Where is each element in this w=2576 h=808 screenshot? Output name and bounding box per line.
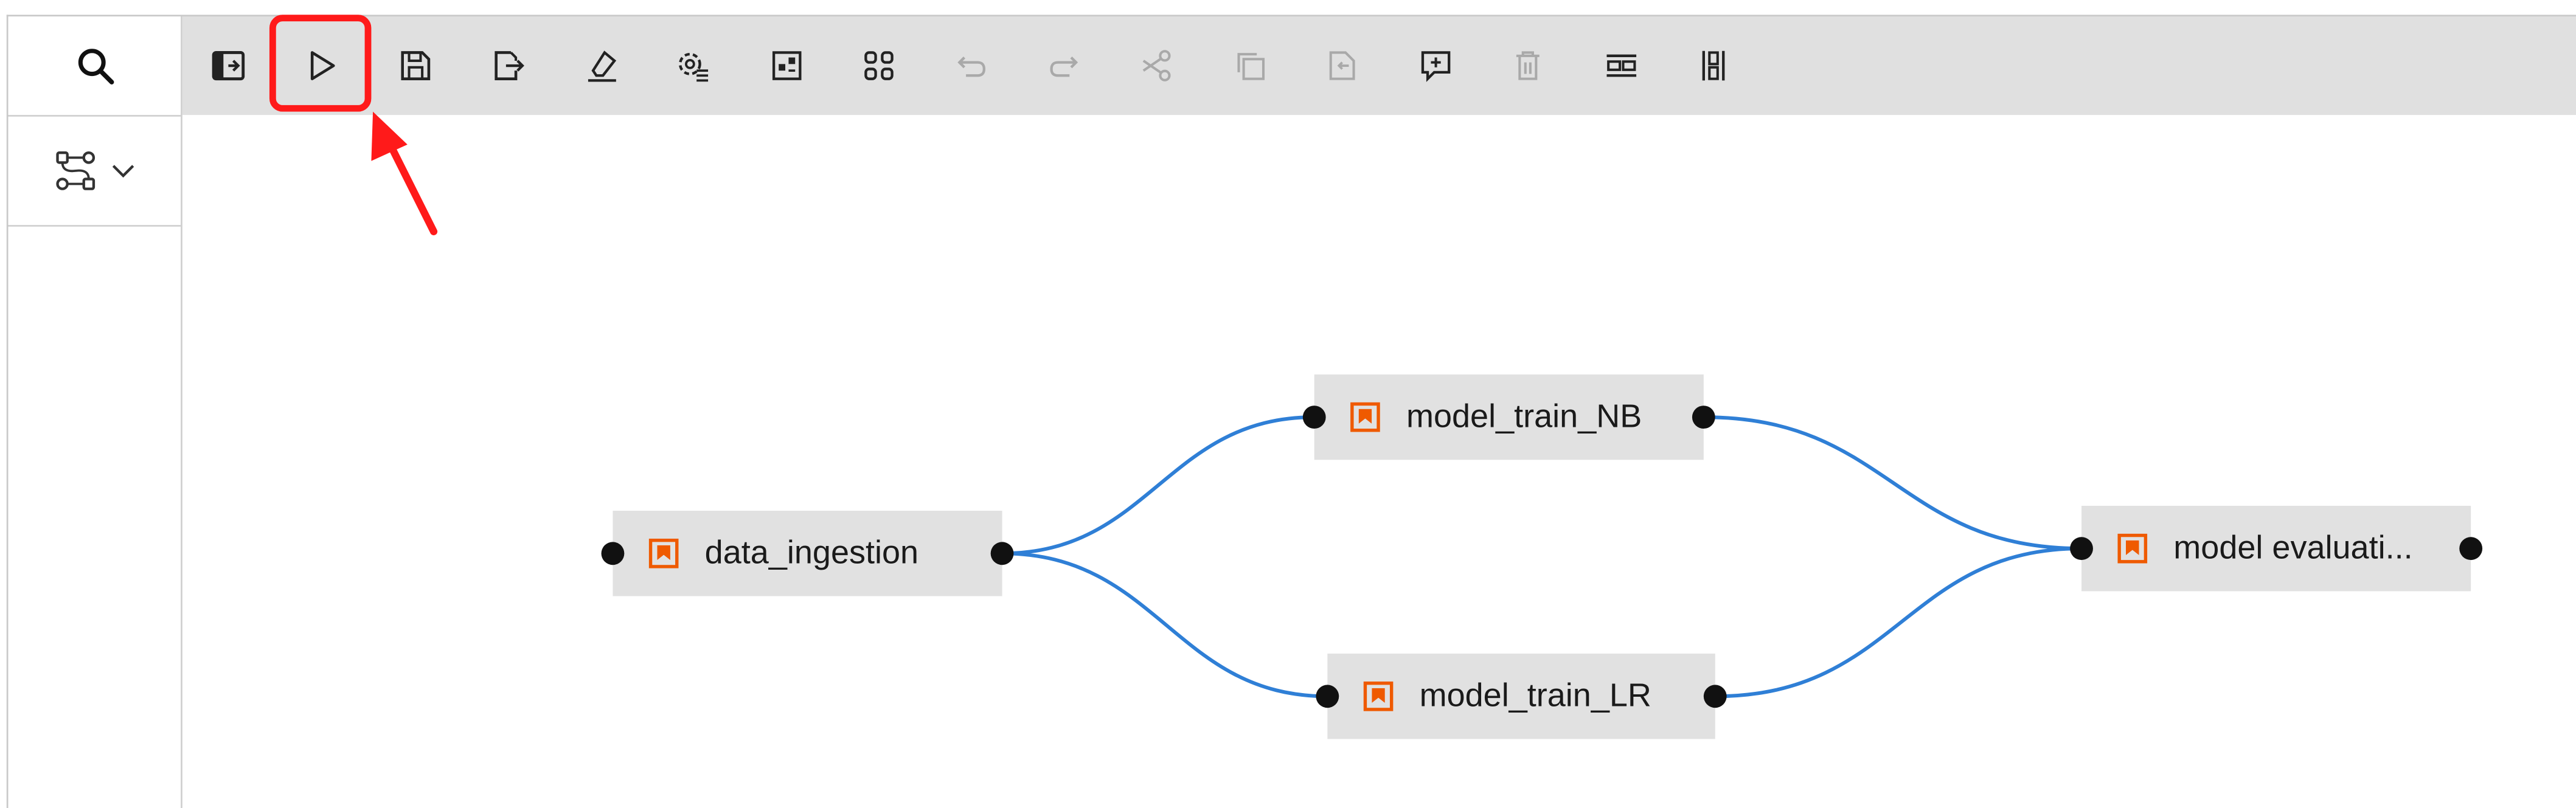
node-label: data_ingestion: [704, 534, 919, 571]
node-input-port[interactable]: [601, 542, 625, 565]
node-data-ingestion[interactable]: data_ingestion: [613, 511, 1002, 596]
link-data_ingestion-model_train_NB: [1002, 415, 1314, 556]
notebook-icon: [2117, 533, 2148, 564]
notebook-icon: [648, 538, 679, 568]
node-output-port[interactable]: [1703, 685, 1727, 708]
notebook-icon: [1363, 681, 1394, 711]
pipeline-editor: data_ingestion model_train_NB model_trai…: [0, 0, 2576, 808]
node-output-port[interactable]: [990, 542, 1014, 565]
node-input-port[interactable]: [2070, 537, 2093, 561]
node-output-port[interactable]: [1692, 406, 1715, 429]
link-model_train_NB-model_evaluation: [1703, 415, 2082, 551]
node-input-port[interactable]: [1302, 406, 1326, 429]
node-model-train-lr[interactable]: model_train_LR: [1327, 654, 1715, 739]
node-model-evaluation[interactable]: model evaluati...: [2081, 505, 2471, 592]
node-label: model_train_LR: [1419, 677, 1651, 714]
node-input-port[interactable]: [1316, 685, 1339, 708]
notebook-icon: [1350, 402, 1380, 432]
node-label: model_train_NB: [1406, 398, 1642, 435]
link-model_train_LR-model_evaluation: [1715, 547, 2082, 699]
node-label: model evaluati...: [2173, 530, 2413, 566]
link-data_ingestion-model_train_LR: [1002, 551, 1328, 699]
node-output-port[interactable]: [2459, 537, 2483, 561]
pipeline-links: [1002, 415, 2082, 699]
node-model-train-nb[interactable]: model_train_NB: [1314, 374, 1704, 460]
